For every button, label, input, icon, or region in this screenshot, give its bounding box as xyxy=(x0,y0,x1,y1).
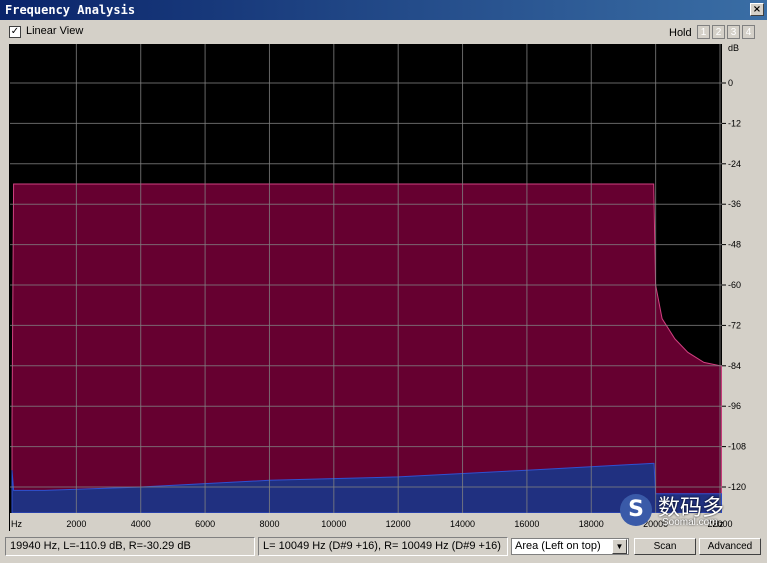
x-tick-label-1: 4000 xyxy=(131,519,151,529)
watermark-sub: Soomal.com xyxy=(662,517,718,528)
watermark: S 数码多 Soomal.com xyxy=(612,490,762,534)
x-tick-label-5: 12000 xyxy=(386,519,411,529)
soomal-logo-icon: S xyxy=(620,494,652,526)
cursor-readout: 19940 Hz, L=-110.9 dB, R=-30.29 dB xyxy=(5,537,255,556)
y-tick-label-8: -96 xyxy=(728,401,741,411)
y-tick-label-9: -108 xyxy=(728,442,746,452)
x-tick-label-unit-left: Hz xyxy=(11,519,22,529)
x-tick-label-2: 6000 xyxy=(195,519,215,529)
y-tick-label-1: -12 xyxy=(728,118,741,128)
x-tick-label-3: 8000 xyxy=(259,519,279,529)
y-tick-label-6: -72 xyxy=(728,320,741,330)
x-tick-label-8: 18000 xyxy=(579,519,604,529)
x-tick-label-6: 14000 xyxy=(450,519,475,529)
scan-button[interactable]: Scan xyxy=(634,538,696,555)
y-tick-label-0: 0 xyxy=(728,78,733,88)
x-tick-label-0: 2000 xyxy=(66,519,86,529)
y-tick-label-7: -84 xyxy=(728,361,741,371)
chevron-down-icon[interactable]: ▼ xyxy=(612,539,627,554)
y-tick-label-2: -24 xyxy=(728,159,741,169)
x-tick-label-4: 10000 xyxy=(321,519,346,529)
x-tick-label-7: 16000 xyxy=(514,519,539,529)
spectrum-chart[interactable]: dB0-12-24-36-48-60-72-84-96-108-120Hz 200… xyxy=(0,0,767,563)
y-tick-label-4: -48 xyxy=(728,240,741,250)
y-tick-label-3: -36 xyxy=(728,199,741,209)
advanced-button[interactable]: Advanced xyxy=(699,538,761,555)
peak-readout: L= 10049 Hz (D#9 +16), R= 10049 Hz (D#9 … xyxy=(258,537,508,556)
y-tick-label-unit: dB xyxy=(728,43,739,53)
y-tick-label-5: -60 xyxy=(728,280,741,290)
series-area-1 xyxy=(11,183,723,514)
